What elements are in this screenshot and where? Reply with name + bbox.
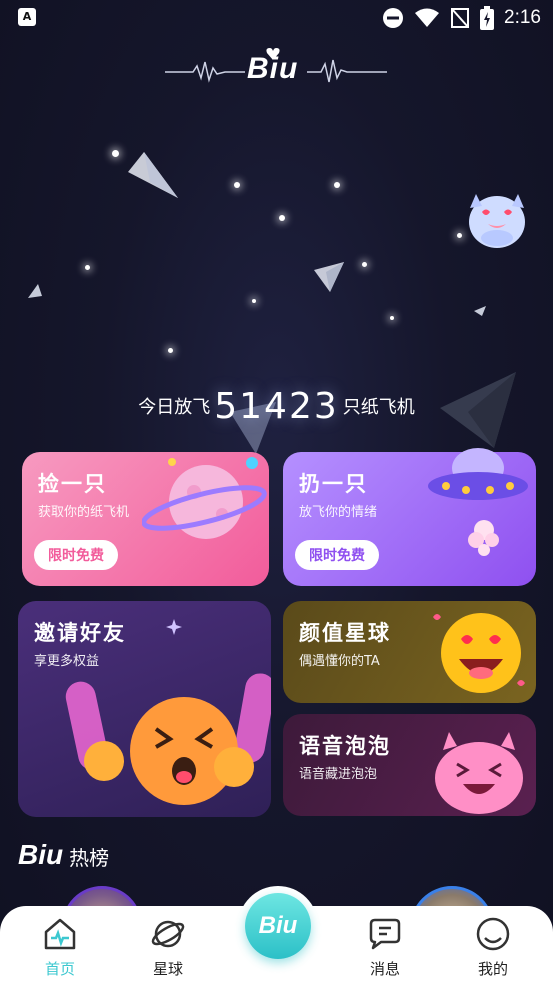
card-title: 颜值星球 bbox=[299, 621, 391, 645]
profile-icon bbox=[476, 917, 510, 951]
daily-counter: 今日放飞 51423 只纸飞机 bbox=[0, 386, 553, 427]
logo-heart-icon bbox=[266, 48, 280, 60]
app-notification-icon: A bbox=[18, 8, 36, 26]
star bbox=[85, 265, 90, 270]
tab-label: 我的 bbox=[477, 960, 508, 978]
free-button[interactable]: 限时免费 bbox=[34, 540, 118, 570]
clock: 2:16 bbox=[504, 7, 541, 28]
star bbox=[334, 182, 340, 188]
message-icon bbox=[369, 918, 401, 950]
ranking-logo: Biu bbox=[18, 838, 64, 870]
paper-plane-icon bbox=[314, 262, 344, 292]
wifi-icon bbox=[415, 8, 440, 27]
cheering-emoji-icon bbox=[65, 673, 271, 805]
heart-eyes-emoji-icon bbox=[433, 613, 525, 693]
free-button[interactable]: 限时免费 bbox=[295, 540, 379, 570]
star bbox=[112, 150, 119, 157]
battery-icon bbox=[480, 6, 495, 30]
status-icons: 2:16 bbox=[382, 6, 541, 30]
blue-monster-mascot bbox=[469, 194, 525, 248]
card-title: 捡一只 bbox=[38, 472, 107, 496]
card-subtitle: 放飞你的情绪 bbox=[299, 505, 378, 520]
planet-icon bbox=[151, 920, 185, 948]
pick-plane-card[interactable]: 捡一只 获取你的纸飞机 限时免费 bbox=[22, 452, 269, 586]
card-title: 扔一只 bbox=[299, 472, 368, 496]
tab-messages[interactable]: 消息 bbox=[345, 916, 425, 979]
tab-planet[interactable]: 星球 bbox=[128, 916, 208, 979]
heartbeat-line-left bbox=[165, 61, 245, 83]
no-signal-icon bbox=[451, 8, 470, 28]
counter-value: 51423 bbox=[214, 386, 339, 427]
star bbox=[168, 348, 173, 353]
heartbeat-line-right bbox=[307, 59, 387, 83]
paper-plane-icon bbox=[28, 284, 42, 298]
invite-friends-card[interactable]: 邀请好友 享更多权益 bbox=[18, 601, 271, 817]
tab-label: 消息 bbox=[369, 960, 400, 978]
star bbox=[234, 182, 240, 188]
biu-center-label: Biu bbox=[245, 893, 311, 959]
star bbox=[362, 262, 367, 267]
counter-suffix: 只纸飞机 bbox=[342, 397, 415, 418]
blue-orb-icon bbox=[246, 457, 258, 469]
tab-mine[interactable]: 我的 bbox=[453, 916, 533, 979]
do-not-disturb-icon bbox=[383, 8, 404, 28]
card-subtitle: 语音藏进泡泡 bbox=[299, 767, 378, 782]
tab-label: 星球 bbox=[152, 960, 183, 978]
pink-monster-icon bbox=[435, 732, 523, 814]
voice-bubble-card[interactable]: 语音泡泡 语音藏进泡泡 bbox=[283, 714, 536, 816]
app-logo: Biu bbox=[165, 48, 387, 92]
star bbox=[390, 316, 394, 320]
home-icon bbox=[44, 918, 76, 950]
star bbox=[457, 233, 462, 238]
paper-plane-icon bbox=[474, 306, 486, 316]
pink-planet-icon bbox=[142, 458, 267, 539]
star bbox=[252, 299, 256, 303]
looks-planet-card[interactable]: 颜值星球 偶遇懂你的TA bbox=[283, 601, 536, 703]
card-title: 邀请好友 bbox=[34, 621, 126, 645]
counter-prefix: 今日放飞 bbox=[138, 397, 211, 418]
sparkle-icon bbox=[166, 619, 182, 635]
star bbox=[279, 215, 285, 221]
ranking-title: 热榜 bbox=[69, 846, 110, 870]
card-title: 语音泡泡 bbox=[299, 734, 391, 758]
ranking-header: Biu 热榜 bbox=[18, 838, 109, 871]
tab-home[interactable]: 首页 bbox=[20, 916, 100, 979]
biu-center-button[interactable]: Biu bbox=[238, 886, 318, 966]
tab-label: 首页 bbox=[44, 960, 75, 978]
ufo-icon bbox=[428, 448, 528, 556]
card-subtitle: 偶遇懂你的TA bbox=[299, 654, 380, 669]
status-bar: A 2:16 bbox=[0, 0, 553, 38]
paper-plane-icon bbox=[128, 152, 178, 198]
card-subtitle: 获取你的纸飞机 bbox=[38, 505, 130, 520]
